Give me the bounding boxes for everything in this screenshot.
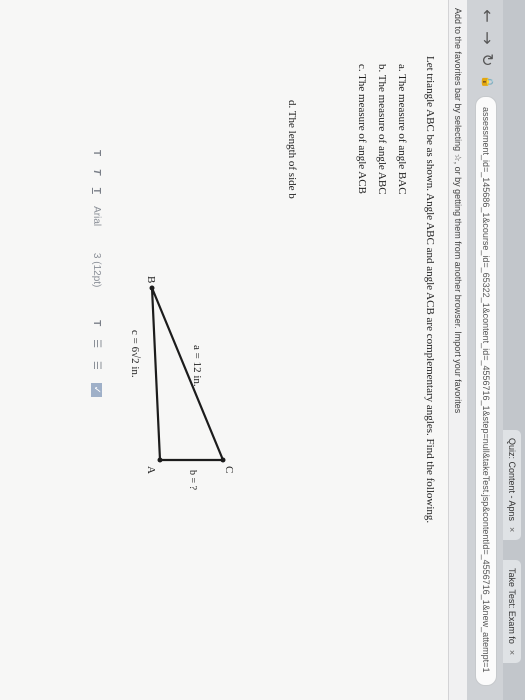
bold-button[interactable]: T [91,150,102,156]
side-c-label: c = 6√2 in. [129,330,141,378]
spellcheck-icon[interactable]: ✓ [91,382,102,397]
vertex-c-label: C [223,466,235,473]
triangle-diagram: B A C a = 12 in. b = ? c = 6√2 in. [129,276,235,491]
lock-icon: 🔒 [481,75,494,89]
vertex-b-dot [149,285,155,291]
font-size-select[interactable]: 3 (12pt) [91,253,102,287]
bullet-list-button[interactable]: ☰ [91,339,102,348]
back-icon[interactable]: ← [477,6,497,26]
browser-chrome: Quiz: Content - Apns × Take Test: Exam fo… [466,0,525,700]
tab-quiz[interactable]: Quiz: Content - Apns × [503,430,521,541]
vertex-a-dot [157,457,163,463]
favorites-bar: Add to the favorites bar by selecting ☆,… [448,0,467,700]
triangle-abc [150,287,225,462]
answer-editor-toolbar: T T T Arial 3 (12pt) T ☰ ☰ ✓ [82,150,102,450]
tab-label: Take Test: Exam fo [507,568,517,644]
address-bar[interactable]: assessment_id=_145686_1&course_id=_65322… [475,96,497,686]
tab-strip: Quiz: Content - Apns × Take Test: Exam fo… [503,0,525,700]
forward-icon[interactable]: → [477,28,497,48]
vertex-c-dot [220,457,226,463]
side-b-label: b = ? [187,470,198,491]
browser-window: Quiz: Content - Apns × Take Test: Exam fo… [0,0,525,700]
tab-label: Quiz: Content - Apns [507,438,517,522]
close-icon[interactable]: × [507,527,517,532]
tab-take-test[interactable]: Take Test: Exam fo × [503,560,521,664]
font-family-select[interactable]: Arial [91,206,102,226]
numbered-list-button[interactable]: ☰ [91,361,102,370]
side-a-label: a = 12 in. [191,345,203,387]
underline-button[interactable]: T [91,188,102,194]
italic-button[interactable]: T [91,169,102,175]
text-color-button[interactable]: T [91,320,102,326]
vertex-b-label: B [145,276,157,283]
refresh-icon[interactable]: ↻ [477,50,497,70]
close-icon[interactable]: × [507,650,517,655]
test-page: Let triangle ABC be as shown. Angle ABC … [0,0,448,700]
vertex-a-label: A [145,466,157,474]
